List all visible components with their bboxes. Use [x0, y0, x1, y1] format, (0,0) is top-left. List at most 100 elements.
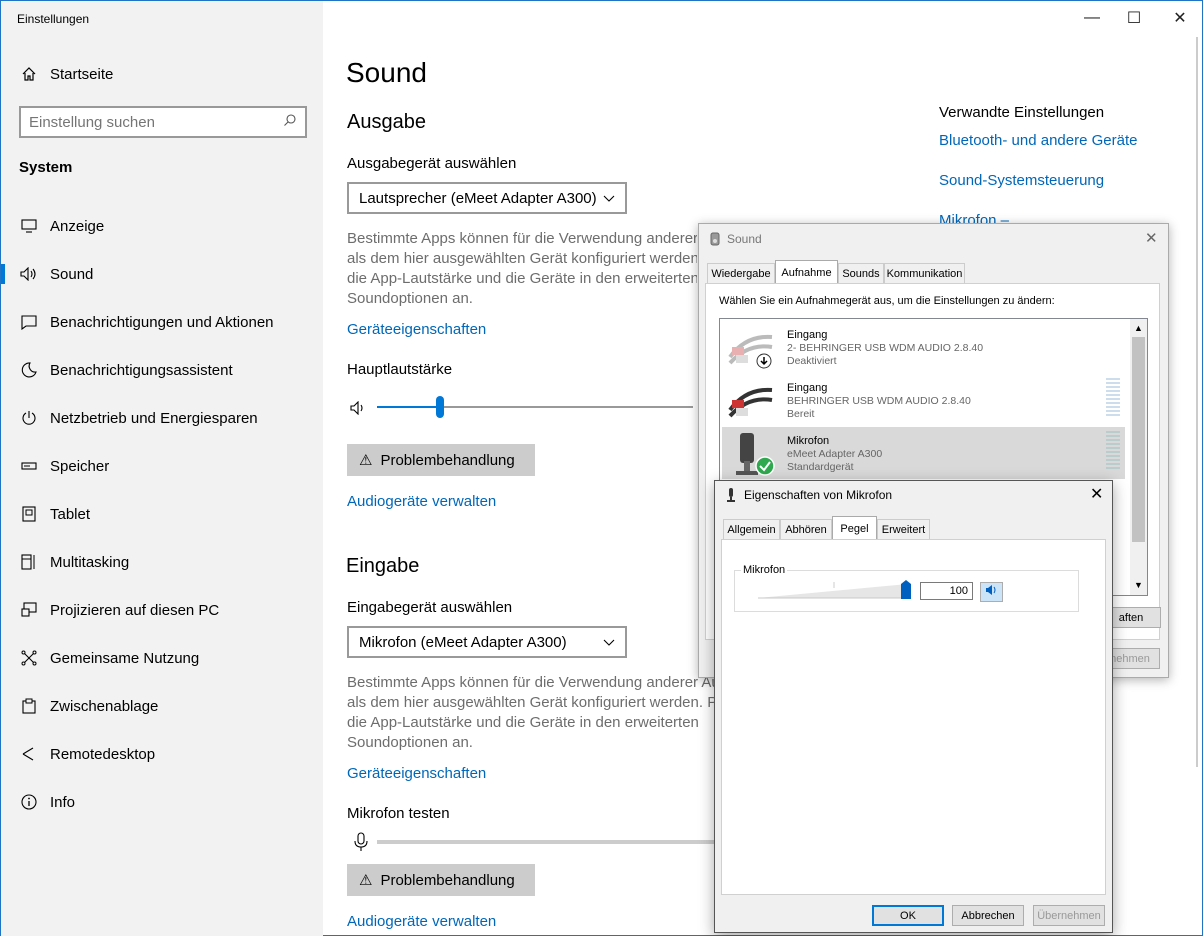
- output-manage-link[interactable]: Audiogeräte verwalten: [347, 493, 496, 510]
- tab-abhoeren[interactable]: Abhören: [780, 519, 832, 540]
- sidebar-item-label: Zwischenablage: [50, 697, 159, 715]
- sidebar-item-label: Gemeinsame Nutzung: [50, 649, 200, 667]
- output-properties-link[interactable]: Geräteeigenschaften: [347, 321, 486, 338]
- sidebar-item-info[interactable]: Info: [1, 780, 323, 824]
- line-in-cable-icon: [726, 327, 776, 374]
- microphone-icon: [354, 832, 368, 857]
- input-properties-link[interactable]: Geräteeigenschaften: [347, 765, 486, 782]
- microphone-properties-dialog: Eigenschaften von Mikrofon ✕ Allgemein A…: [714, 480, 1113, 933]
- project-icon: [17, 602, 41, 618]
- scroll-down-icon[interactable]: ▼: [1134, 580, 1143, 590]
- input-device-label: Eingabegerät auswählen: [347, 599, 513, 616]
- tab-aufnahme[interactable]: Aufnahme: [775, 260, 838, 284]
- sound-dialog-title: Sound: [727, 232, 762, 246]
- sidebar-item-label: Info: [50, 793, 76, 811]
- sidebar-home-label: Startseite: [50, 65, 114, 83]
- sidebar-item-label: Tablet: [50, 505, 91, 523]
- sidebar-item-anzeige[interactable]: Anzeige: [1, 204, 323, 248]
- sidebar-home[interactable]: Startseite: [1, 52, 323, 96]
- microphone-small-icon: [727, 488, 735, 507]
- mic-test-label: Mikrofon testen: [347, 805, 450, 822]
- output-info: Bestimmte Apps können für die Verwendung…: [347, 230, 697, 307]
- moon-icon: [17, 362, 41, 378]
- volume-speaker-icon[interactable]: [350, 400, 366, 420]
- device-list-scrollbar[interactable]: ▲ ▼: [1130, 319, 1147, 595]
- scroll-up-icon[interactable]: ▲: [1134, 323, 1143, 333]
- storage-icon: [17, 462, 41, 470]
- sidebar-item-focus-assist[interactable]: Benachrichtigungsassistent: [1, 348, 323, 392]
- mic-level-group-label: Mikrofon: [741, 564, 788, 576]
- chevron-down-icon: [603, 634, 615, 651]
- close-button[interactable]: ✕: [1157, 1, 1203, 35]
- sidebar-item-label: Benachrichtigungsassistent: [50, 361, 233, 379]
- sidebar: Einstellungen Startseite System Anzeige …: [1, 1, 323, 936]
- sidebar-item-multitasking[interactable]: Multitasking: [1, 540, 323, 584]
- cancel-button[interactable]: Abbrechen: [952, 905, 1024, 926]
- sidebar-item-label: Anzeige: [50, 217, 105, 235]
- maximize-button[interactable]: ☐: [1111, 1, 1157, 35]
- output-device-select[interactable]: Lautsprecher (eMeet Adapter A300): [347, 182, 627, 214]
- sidebar-item-sound[interactable]: Sound: [1, 252, 323, 296]
- related-link-sound-control[interactable]: Sound-Systemsteuerung: [939, 172, 1104, 189]
- sidebar-item-power[interactable]: Netzbetrieb und Energiesparen: [1, 396, 323, 440]
- scrollbar-thumb[interactable]: [1132, 337, 1145, 542]
- sidebar-item-tablet[interactable]: Tablet: [1, 492, 323, 536]
- sidebar-item-remote[interactable]: Remotedesktop: [1, 732, 323, 776]
- pegel-panel: Mikrofon 100: [721, 539, 1106, 895]
- minimize-button[interactable]: —: [1069, 1, 1115, 35]
- close-icon: ✕: [1090, 486, 1104, 503]
- sidebar-item-notifications[interactable]: Benachrichtigungen und Aktionen: [1, 300, 323, 344]
- sidebar-item-share[interactable]: Gemeinsame Nutzung: [1, 636, 323, 680]
- props-close-button[interactable]: ✕: [1090, 484, 1103, 504]
- tab-kommunikation[interactable]: Kommunikation: [884, 263, 965, 284]
- speaker-icon: [985, 583, 999, 601]
- sidebar-item-label: Benachrichtigungen und Aktionen: [50, 313, 274, 331]
- output-troubleshoot-button[interactable]: ⚠ Problembehandlung: [347, 444, 535, 476]
- ok-button[interactable]: OK: [872, 905, 944, 926]
- sidebar-item-clipboard[interactable]: Zwischenablage: [1, 684, 323, 728]
- input-device-select[interactable]: Mikrofon (eMeet Adapter A300): [347, 626, 627, 658]
- tab-allgemein[interactable]: Allgemein: [723, 519, 780, 540]
- output-device-label: Ausgabegerät auswählen: [347, 155, 517, 172]
- search-icon[interactable]: [283, 113, 297, 132]
- sidebar-item-label: Speicher: [50, 457, 110, 475]
- info-icon: [17, 794, 41, 810]
- output-heading: Ausgabe: [347, 111, 426, 133]
- sidebar-item-label: Multitasking: [50, 553, 130, 571]
- list-item[interactable]: Eingang 2- BEHRINGER USB WDM AUDIO 2.8.4…: [722, 321, 1125, 373]
- volume-label: Hauptlautstärke: [347, 361, 453, 378]
- power-icon: [17, 410, 41, 426]
- sound-instruction: Wählen Sie ein Aufnahmegerät aus, um die…: [719, 295, 1055, 307]
- apply-button[interactable]: Übernehmen: [1033, 905, 1105, 926]
- tab-erweitert[interactable]: Erweitert: [877, 519, 930, 540]
- multitasking-icon: [17, 554, 41, 570]
- related-link-bluetooth[interactable]: Bluetooth- und andere Geräte: [939, 132, 1137, 149]
- volume-slider-thumb[interactable]: [436, 396, 445, 418]
- tab-wiedergabe[interactable]: Wiedergabe: [707, 263, 775, 284]
- level-meter: [1106, 378, 1120, 418]
- chevron-down-icon: [603, 190, 615, 207]
- output-device-value: Lautsprecher (eMeet Adapter A300): [359, 189, 597, 207]
- input-manage-link[interactable]: Audiogeräte verwalten: [347, 913, 496, 930]
- tablet-icon: [17, 506, 41, 522]
- level-meter: [1106, 431, 1120, 471]
- mic-level-slider[interactable]: [758, 580, 914, 607]
- home-icon: [17, 66, 41, 82]
- search-input[interactable]: [29, 113, 283, 131]
- mic-level-meter: [377, 840, 717, 844]
- scrollbar[interactable]: [1196, 37, 1198, 767]
- sidebar-item-project[interactable]: Projizieren auf diesen PC: [1, 588, 323, 632]
- page-title: Sound: [346, 57, 427, 88]
- tab-pegel[interactable]: Pegel: [832, 516, 877, 540]
- tab-sounds[interactable]: Sounds: [838, 263, 884, 284]
- input-troubleshoot-button[interactable]: ⚠ Problembehandlung: [347, 864, 535, 896]
- list-item[interactable]: Mikrofon eMeet Adapter A300 Standardgerä…: [722, 427, 1125, 479]
- mic-level-input[interactable]: 100: [920, 582, 973, 600]
- minimize-icon: —: [1084, 9, 1100, 26]
- search-box[interactable]: [19, 106, 307, 138]
- mute-toggle-button[interactable]: [980, 582, 1003, 602]
- volume-slider[interactable]: [377, 396, 693, 418]
- sound-dialog-close-button[interactable]: ✕: [1145, 229, 1158, 247]
- sidebar-item-storage[interactable]: Speicher: [1, 444, 323, 488]
- list-item[interactable]: Eingang BEHRINGER USB WDM AUDIO 2.8.40 B…: [722, 374, 1125, 426]
